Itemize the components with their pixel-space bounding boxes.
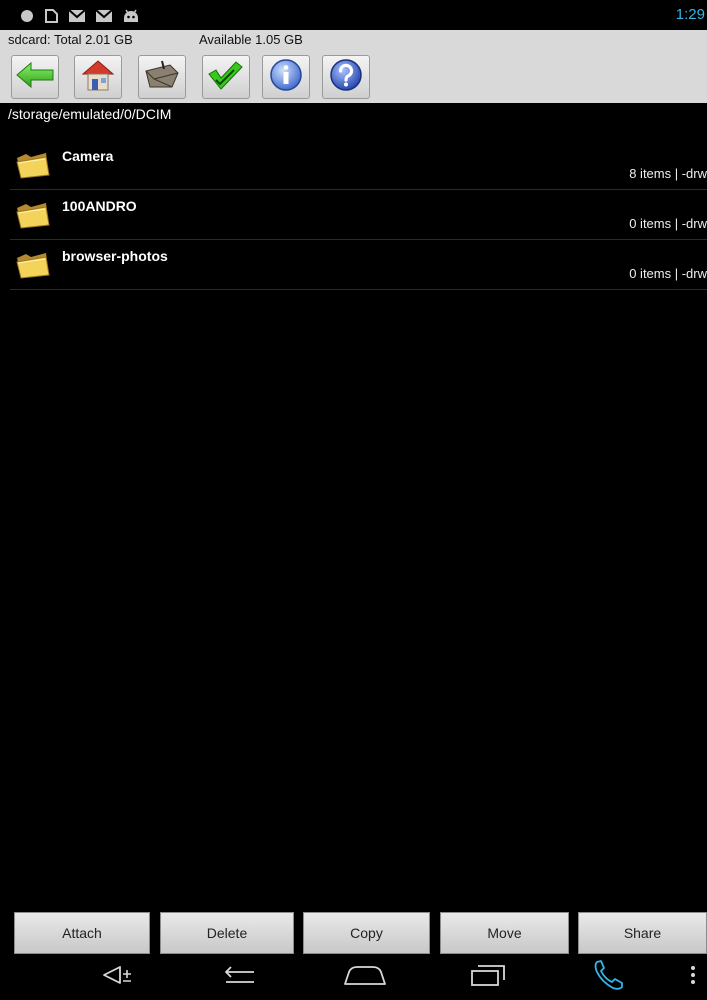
delete-button[interactable]: Delete xyxy=(160,912,294,954)
folder-icon xyxy=(16,151,50,184)
current-path: /storage/emulated/0/DCIM xyxy=(0,103,707,125)
multi-select-button[interactable] xyxy=(138,55,186,99)
storage-info-bar: sdcard: Total 2.01 GB Available 1.05 GB xyxy=(0,30,707,50)
storage-available: Available 1.05 GB xyxy=(199,32,303,47)
home-icon xyxy=(80,58,116,97)
overflow-menu-button[interactable] xyxy=(682,954,704,1000)
screenshot-icon xyxy=(43,8,59,24)
record-dot-icon xyxy=(20,9,34,23)
phone-icon xyxy=(591,959,625,996)
menu-icon xyxy=(690,965,696,990)
status-bar: 1:29 xyxy=(0,0,707,30)
list-item[interactable]: 100ANDRO 0 items | -drw xyxy=(10,190,707,240)
notification-icons xyxy=(20,8,140,24)
share-button[interactable]: Share xyxy=(578,912,707,954)
list-item[interactable]: Camera 8 items | -drw xyxy=(10,140,707,190)
home-icon xyxy=(341,963,389,992)
folder-icon xyxy=(16,201,50,234)
check-all-icon xyxy=(206,58,246,97)
attach-button[interactable]: Attach xyxy=(14,912,150,954)
file-meta: 0 items | -drw xyxy=(629,216,707,231)
email-icon xyxy=(95,9,113,23)
action-bar: Attach Delete Copy Move Share xyxy=(0,912,707,954)
copy-button[interactable]: Copy xyxy=(303,912,430,954)
info-icon xyxy=(269,58,303,97)
file-name: browser-photos xyxy=(62,248,168,264)
recent-apps-button[interactable] xyxy=(458,954,518,1000)
phone-button[interactable] xyxy=(583,954,633,1000)
back-icon xyxy=(218,963,262,992)
list-item[interactable]: browser-photos 0 items | -drw xyxy=(10,240,707,290)
help-icon xyxy=(329,58,363,97)
back-button[interactable] xyxy=(11,55,59,99)
volume-button[interactable] xyxy=(95,954,145,1000)
select-all-button[interactable] xyxy=(202,55,250,99)
gmail-icon xyxy=(68,9,86,23)
folder-icon xyxy=(16,251,50,284)
move-button[interactable]: Move xyxy=(440,912,569,954)
home-nav-button[interactable] xyxy=(335,954,395,1000)
file-name: Camera xyxy=(62,148,114,164)
status-clock: 1:29 xyxy=(675,6,705,23)
storage-total: sdcard: Total 2.01 GB xyxy=(8,32,133,47)
multi-select-icon xyxy=(142,59,182,96)
info-button[interactable] xyxy=(262,55,310,99)
file-name: 100ANDRO xyxy=(62,198,137,214)
volume-icon xyxy=(100,964,140,991)
home-button[interactable] xyxy=(74,55,122,99)
recent-apps-icon xyxy=(468,963,508,992)
back-nav-button[interactable] xyxy=(210,954,270,1000)
navigation-bar xyxy=(0,954,707,1000)
help-button[interactable] xyxy=(322,55,370,99)
file-meta: 8 items | -drw xyxy=(629,166,707,181)
toolbar xyxy=(0,50,707,103)
android-debug-icon xyxy=(122,8,140,24)
back-arrow-icon xyxy=(15,60,55,95)
file-list: Camera 8 items | -drw 100ANDRO 0 items |… xyxy=(10,140,707,290)
file-meta: 0 items | -drw xyxy=(629,266,707,281)
